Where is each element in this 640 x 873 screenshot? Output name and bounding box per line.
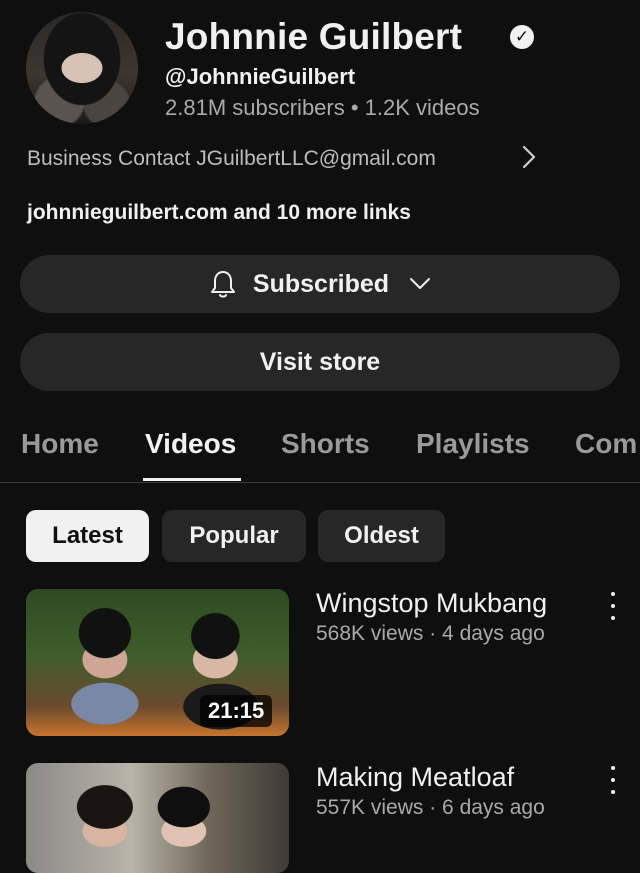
channel-links[interactable]: johnnieguilbert.com and 10 more links bbox=[27, 201, 411, 225]
channel-stats: 2.81M subscribers • 1.2K videos bbox=[165, 95, 480, 120]
subscribed-button[interactable]: Subscribed bbox=[20, 255, 620, 313]
tab-playlists[interactable]: Playlists bbox=[416, 428, 530, 460]
business-contact[interactable]: Business Contact JGuilbertLLC@gmail.com bbox=[27, 147, 436, 171]
chip-oldest[interactable]: Oldest bbox=[318, 510, 445, 562]
visit-store-button[interactable]: Visit store bbox=[20, 333, 620, 391]
chevron-down-icon bbox=[410, 278, 431, 289]
video-title[interactable]: Wingstop Mukbang bbox=[316, 588, 547, 619]
tabs-divider bbox=[0, 482, 640, 483]
active-tab-indicator bbox=[143, 478, 241, 481]
channel-avatar[interactable] bbox=[26, 12, 138, 124]
channel-tabs: Home Videos Shorts Playlists Com bbox=[0, 420, 640, 482]
tab-videos[interactable]: Videos bbox=[145, 428, 236, 460]
more-vert-icon[interactable] bbox=[604, 766, 622, 794]
channel-handle: @JohnnieGuilbert bbox=[165, 64, 356, 89]
more-vert-icon[interactable] bbox=[604, 592, 622, 620]
video-thumbnail[interactable] bbox=[26, 763, 289, 873]
bell-icon bbox=[210, 271, 235, 298]
video-title[interactable]: Making Meatloaf bbox=[316, 762, 514, 793]
chevron-right-icon[interactable] bbox=[522, 145, 536, 176]
visit-store-label: Visit store bbox=[259, 347, 381, 376]
tab-community[interactable]: Com bbox=[575, 428, 637, 460]
chip-popular[interactable]: Popular bbox=[162, 510, 306, 562]
tab-shorts[interactable]: Shorts bbox=[281, 428, 370, 460]
verified-check-icon: ✓ bbox=[510, 25, 534, 49]
video-duration: 21:15 bbox=[200, 695, 273, 727]
video-meta: 568K views · 4 days ago bbox=[316, 622, 545, 645]
video-meta: 557K views · 6 days ago bbox=[316, 796, 545, 819]
tab-home[interactable]: Home bbox=[21, 428, 99, 460]
subscribed-label: Subscribed bbox=[252, 269, 390, 298]
channel-name: Johnnie Guilbert bbox=[165, 16, 463, 57]
chip-latest[interactable]: Latest bbox=[26, 510, 149, 562]
